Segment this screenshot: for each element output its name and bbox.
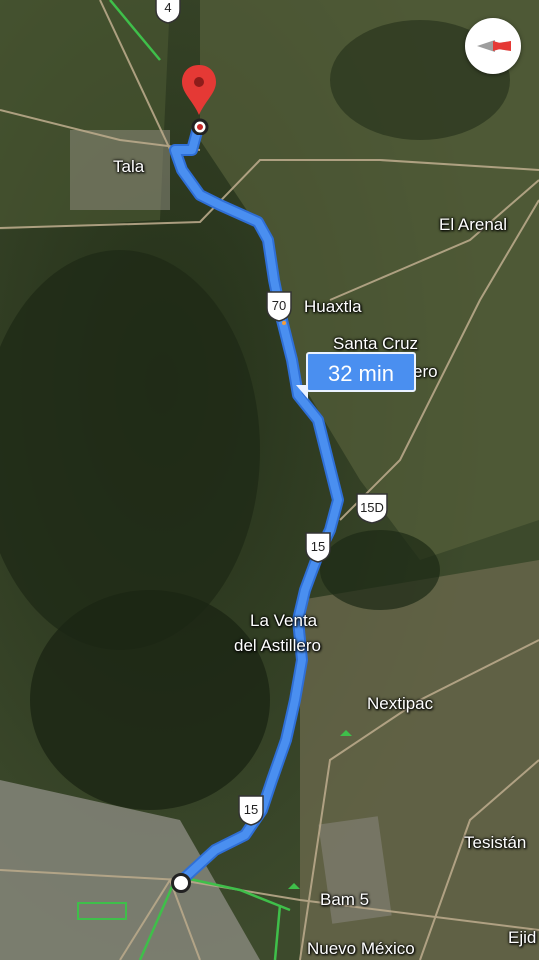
place-label-tala[interactable]: Tala [113,157,144,177]
place-label-nuevo-mexico[interactable]: Nuevo México [307,939,415,959]
place-label-el-arenal[interactable]: El Arenal [439,215,507,235]
origin-dot-icon[interactable] [171,873,191,893]
satellite-background [0,0,539,960]
highway-shield-70: 70 [264,290,294,322]
place-label-nextipac[interactable]: Nextipac [367,694,433,714]
highway-shield-15d: 15D [354,492,390,524]
place-label-huaxtla[interactable]: Huaxtla [304,297,362,317]
route-time-callout[interactable]: 32 min [306,352,416,392]
highway-shield-15-south: 15 [236,794,266,826]
compass-button[interactable] [465,18,521,74]
destination-pin[interactable] [179,63,219,136]
place-label-la-venta-line1[interactable]: La Venta [250,611,317,631]
place-label-la-venta-line2[interactable]: del Astillero [234,636,321,656]
place-label-santa-cruz[interactable]: Santa Cruz [333,334,418,354]
highway-shield-4: 4 [153,0,183,24]
compass-icon [477,40,511,52]
place-label-santa-cruz-partial[interactable]: ero [413,362,438,382]
place-label-bam5[interactable]: Bam 5 [320,890,369,910]
place-label-tesistan[interactable]: Tesistán [464,833,526,853]
place-label-ejid[interactable]: Ejid [508,928,536,948]
destination-pin-icon [182,65,216,136]
highway-shield-15-north: 15 [303,531,333,563]
map-view[interactable]: Tala El Arenal Huaxtla Santa Cruz ero La… [0,0,539,960]
